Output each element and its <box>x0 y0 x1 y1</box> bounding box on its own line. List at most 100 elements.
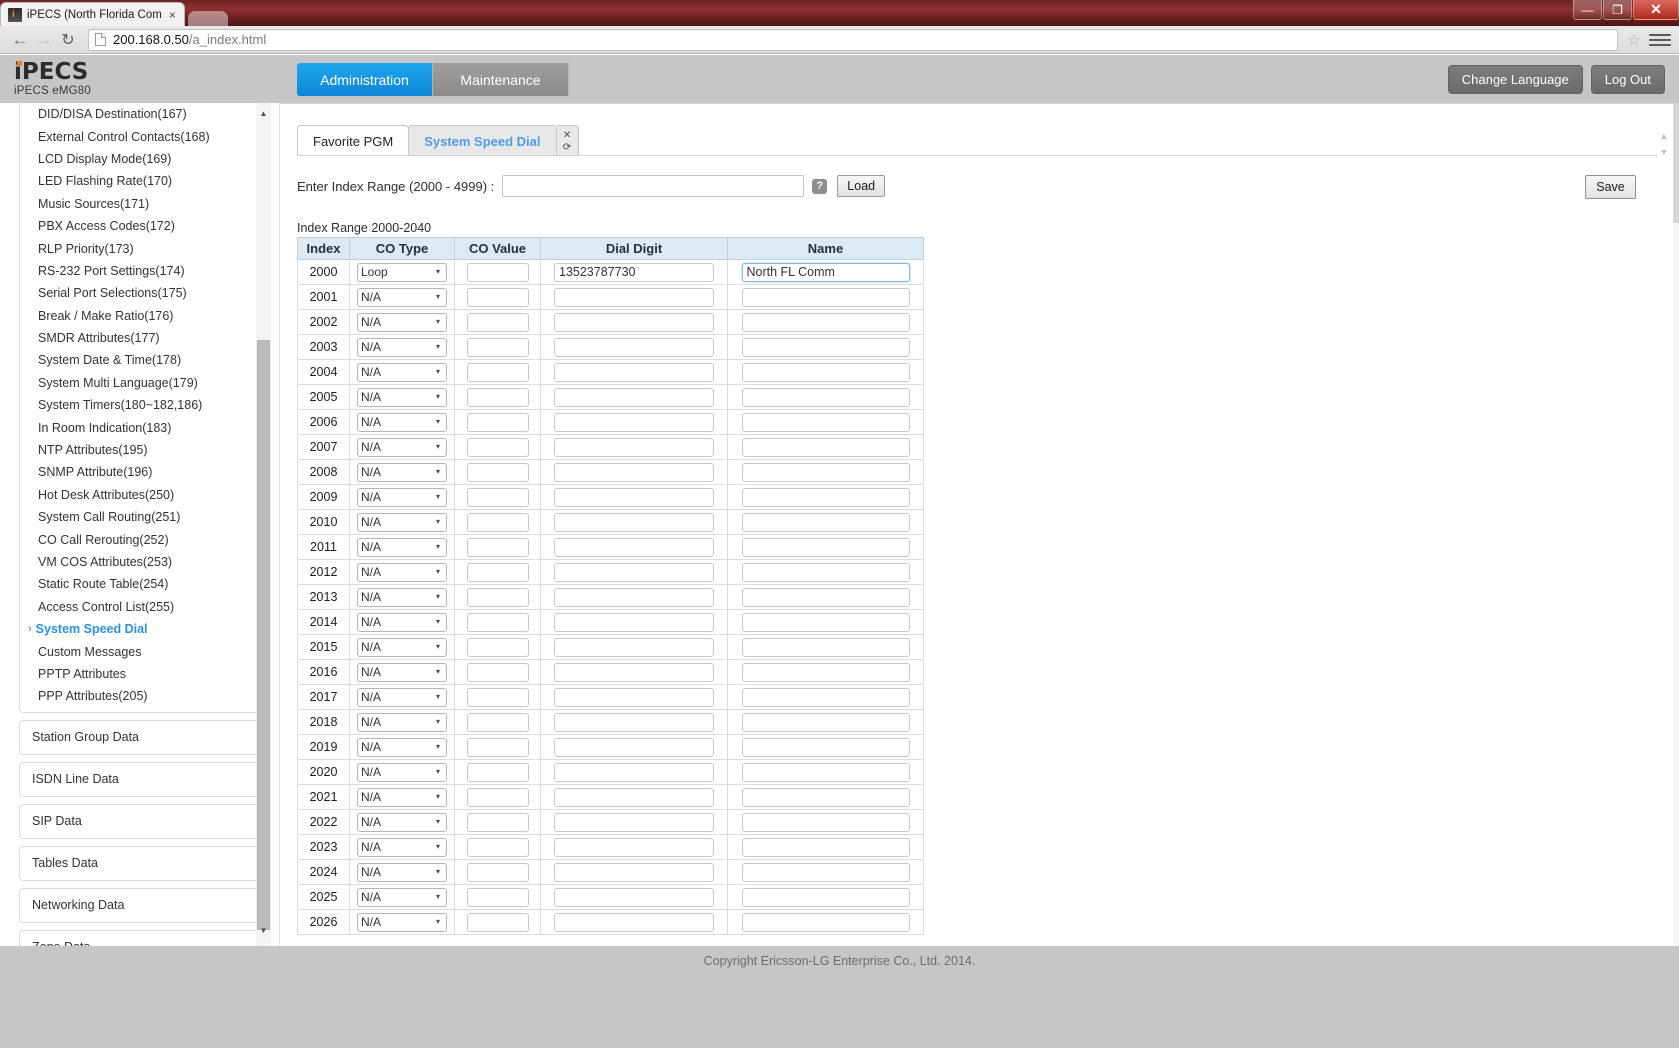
dial-digit-input[interactable] <box>554 512 714 532</box>
dial-digit-input[interactable] <box>554 637 714 657</box>
name-input[interactable] <box>741 437 910 457</box>
dial-digit-input[interactable] <box>554 587 714 607</box>
sidebar-item[interactable]: DID/DISA Destination(167) <box>20 103 260 125</box>
sidebar-item[interactable]: PPP Attributes(205) <box>20 685 260 707</box>
dial-digit-input[interactable] <box>554 812 714 832</box>
co-value-input[interactable] <box>466 387 529 407</box>
dial-digit-input[interactable] <box>554 712 714 732</box>
sidebar-item[interactable]: System Date & Time(178) <box>20 349 260 371</box>
name-input[interactable] <box>741 662 910 682</box>
co-type-select[interactable]: N/ALoop <box>357 337 447 357</box>
dial-digit-input[interactable] <box>554 262 714 282</box>
sidebar-item[interactable]: LCD Display Mode(169) <box>20 148 260 170</box>
scroll-up-icon[interactable]: ▲ <box>1657 129 1671 142</box>
co-type-select[interactable]: N/ALoop <box>357 862 447 882</box>
co-value-input[interactable] <box>466 337 529 357</box>
name-input[interactable] <box>741 337 910 357</box>
dial-digit-input[interactable] <box>554 612 714 632</box>
dial-digit-input[interactable] <box>554 462 714 482</box>
window-close-button[interactable]: ✕ <box>1633 0 1679 20</box>
sidebar-item[interactable]: Break / Make Ratio(176) <box>20 305 260 327</box>
name-input[interactable] <box>741 687 910 707</box>
maximize-button[interactable]: ❐ <box>1603 0 1632 20</box>
co-type-select[interactable]: N/ALoop <box>357 312 447 332</box>
co-value-input[interactable] <box>466 637 529 657</box>
co-value-input[interactable] <box>466 562 529 582</box>
dial-digit-input[interactable] <box>554 837 714 857</box>
co-type-select[interactable]: N/ALoop <box>357 687 447 707</box>
page-scrollbar[interactable] <box>1673 103 1679 946</box>
dial-digit-input[interactable] <box>554 862 714 882</box>
name-input[interactable] <box>741 637 910 657</box>
co-value-input[interactable] <box>466 262 529 282</box>
hamburger-menu-icon[interactable] <box>1649 33 1671 46</box>
sidebar-category[interactable]: Zone Data <box>19 929 261 946</box>
dial-digit-input[interactable] <box>554 662 714 682</box>
save-button[interactable]: Save <box>1585 175 1636 199</box>
co-value-input[interactable] <box>466 312 529 332</box>
co-type-select[interactable]: N/ALoop <box>357 887 447 907</box>
sidebar-item[interactable]: External Control Contacts(168) <box>20 125 260 147</box>
page-scroll-thumb[interactable] <box>1673 103 1679 223</box>
dial-digit-input[interactable] <box>554 487 714 507</box>
co-value-input[interactable] <box>466 512 529 532</box>
nav-tab-maintenance[interactable]: Maintenance <box>433 63 569 96</box>
sidebar-item[interactable]: LED Flashing Rate(170) <box>20 170 260 192</box>
co-type-select[interactable]: N/ALoop <box>357 387 447 407</box>
sidebar-item[interactable]: System Multi Language(179) <box>20 372 260 394</box>
co-type-select[interactable]: N/ALoop <box>357 787 447 807</box>
close-icon[interactable]: × <box>167 9 178 21</box>
co-value-input[interactable] <box>466 487 529 507</box>
co-value-input[interactable] <box>466 662 529 682</box>
dial-digit-input[interactable] <box>554 912 714 932</box>
scroll-down-icon[interactable]: ▼ <box>256 923 271 938</box>
name-input[interactable] <box>741 462 910 482</box>
co-type-select[interactable]: N/ALoop <box>357 537 447 557</box>
dial-digit-input[interactable] <box>554 787 714 807</box>
co-value-input[interactable] <box>466 737 529 757</box>
sidebar-item[interactable]: CO Call Rerouting(252) <box>20 528 260 550</box>
name-input[interactable] <box>741 912 910 932</box>
sidebar-item[interactable]: Music Sources(171) <box>20 193 260 215</box>
tab-system-speed-dial[interactable]: System Speed Dial <box>408 125 557 156</box>
back-icon[interactable]: ← <box>8 28 32 52</box>
sidebar-item[interactable]: Hot Desk Attributes(250) <box>20 484 260 506</box>
co-type-select[interactable]: N/ALoop <box>357 562 447 582</box>
co-type-select[interactable]: N/ALoop <box>357 412 447 432</box>
co-type-select[interactable]: N/ALoop <box>357 912 447 932</box>
name-input[interactable] <box>741 312 910 332</box>
sidebar-item[interactable]: Static Route Table(254) <box>20 573 260 595</box>
bookmark-star-icon[interactable]: ☆ <box>1628 31 1641 49</box>
sidebar-item[interactable]: RLP Priority(173) <box>20 237 260 259</box>
sidebar-item[interactable]: VM COS Attributes(253) <box>20 551 260 573</box>
dial-digit-input[interactable] <box>554 537 714 557</box>
co-value-input[interactable] <box>466 787 529 807</box>
name-input[interactable] <box>741 837 910 857</box>
change-language-button[interactable]: Change Language <box>1447 65 1583 94</box>
co-type-select[interactable]: N/ALoop <box>357 362 447 382</box>
co-type-select[interactable]: N/ALoop <box>357 762 447 782</box>
co-value-input[interactable] <box>466 887 529 907</box>
co-type-select[interactable]: N/ALoop <box>357 262 447 282</box>
main-scroll-arrows[interactable]: ▲ ▼ <box>1656 103 1673 946</box>
sidebar-scroll-thumb[interactable] <box>257 340 270 930</box>
co-type-select[interactable]: N/ALoop <box>357 287 447 307</box>
sidebar-item-system-speed-dial[interactable]: › System Speed Dial <box>20 618 260 640</box>
dial-digit-input[interactable] <box>554 562 714 582</box>
address-bar[interactable]: 200.168.0.50 /a_index.html <box>88 28 1618 51</box>
log-out-button[interactable]: Log Out <box>1590 65 1665 94</box>
sidebar-item[interactable]: Access Control List(255) <box>20 596 260 618</box>
tab-favorite-pgm[interactable]: Favorite PGM <box>297 125 410 156</box>
co-type-select[interactable]: N/ALoop <box>357 587 447 607</box>
minimize-button[interactable]: — <box>1573 0 1602 20</box>
co-value-input[interactable] <box>466 712 529 732</box>
co-value-input[interactable] <box>466 587 529 607</box>
dial-digit-input[interactable] <box>554 412 714 432</box>
sidebar-item[interactable]: SMDR Attributes(177) <box>20 327 260 349</box>
co-value-input[interactable] <box>466 462 529 482</box>
co-type-select[interactable]: N/ALoop <box>357 812 447 832</box>
index-range-input[interactable] <box>502 175 805 197</box>
name-input[interactable] <box>741 362 910 382</box>
sidebar-item[interactable]: PPTP Attributes <box>20 663 260 685</box>
co-value-input[interactable] <box>466 837 529 857</box>
